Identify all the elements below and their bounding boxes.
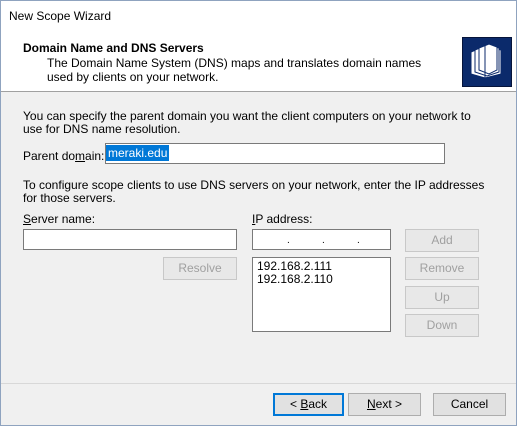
down-button[interactable]: Down (405, 314, 479, 337)
resolve-button[interactable]: Resolve (163, 257, 237, 280)
dns-server-list[interactable]: 192.168.2.111 192.168.2.110 (252, 257, 391, 332)
ip-address-label: IP address: (252, 212, 313, 226)
footer-divider (1, 383, 516, 384)
add-button[interactable]: Add (405, 229, 479, 252)
server-name-input[interactable] (23, 229, 237, 250)
up-button[interactable]: Up (405, 286, 479, 309)
header-description: The Domain Name System (DNS) maps and tr… (47, 56, 422, 84)
wizard-header: Domain Name and DNS Servers The Domain N… (1, 32, 516, 92)
next-button[interactable]: Next > (348, 393, 421, 416)
title-bar[interactable]: New Scope Wizard (1, 1, 516, 32)
server-name-label: Server name: (23, 212, 96, 226)
parent-domain-value: meraki.edu (106, 145, 170, 161)
dns-intro: To configure scope clients to use DNS se… (23, 178, 485, 205)
parent-domain-input[interactable]: meraki.edu (105, 143, 445, 164)
parent-domain-label: Parent domain: (23, 149, 105, 163)
remove-button[interactable]: Remove (405, 257, 479, 280)
wizard-window: New Scope Wizard Domain Name and DNS Ser… (0, 0, 517, 426)
parent-domain-intro: You can specify the parent domain you wa… (23, 109, 471, 136)
wizard-pages-icon (462, 37, 512, 87)
window-title: New Scope Wizard (9, 9, 112, 23)
ip-address-input[interactable]: . . . (252, 229, 391, 250)
ip-octet-separators: . . . (287, 235, 360, 246)
back-button[interactable]: < Back (273, 393, 344, 416)
cancel-button[interactable]: Cancel (433, 393, 506, 416)
list-item[interactable]: 192.168.2.110 (257, 273, 386, 286)
header-title: Domain Name and DNS Servers (23, 41, 204, 55)
